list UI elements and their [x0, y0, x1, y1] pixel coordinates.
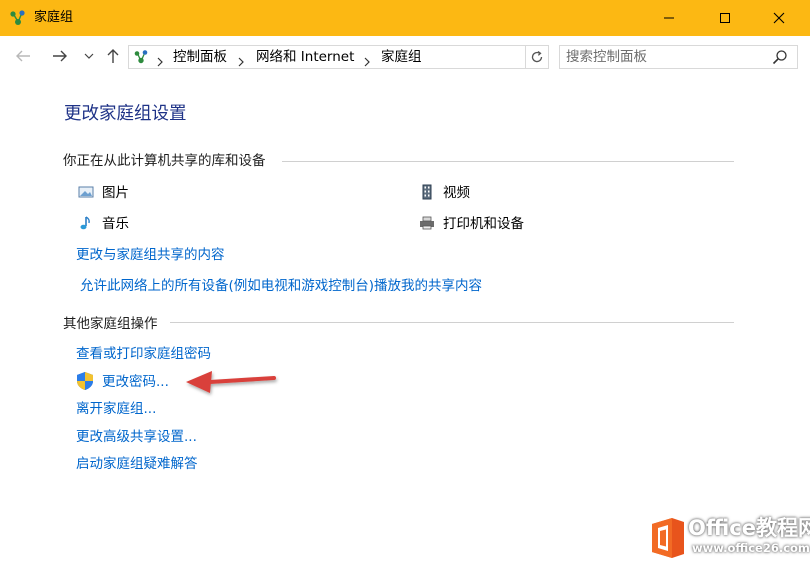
close-button[interactable] [756, 0, 802, 36]
shared-item-printers: 打印机和设备 [443, 216, 524, 232]
minimize-button[interactable] [646, 0, 692, 36]
chevron-down-icon [84, 53, 94, 59]
watermark: Office教程网 www.office26.com [640, 510, 810, 566]
music-icon [77, 215, 95, 231]
pictures-icon [77, 184, 95, 200]
back-button[interactable] [11, 44, 35, 68]
shared-item-videos: 视频 [443, 185, 470, 201]
search-box[interactable] [559, 45, 798, 69]
watermark-url: www.office26.com [692, 541, 810, 555]
view-print-password-link[interactable]: 查看或打印家庭组密码 [76, 345, 211, 363]
forward-button[interactable] [48, 44, 72, 68]
arrow-up-icon [107, 49, 119, 63]
window-title: 家庭组 [34, 10, 74, 25]
main-content: 更改家庭组设置 你正在从此计算机共享的库和设备 图片 视频 音乐 打印机和设备 … [0, 76, 810, 566]
annotation-arrow-icon [186, 371, 276, 393]
maximize-icon [720, 13, 730, 23]
breadcrumb-separator-icon [363, 52, 371, 67]
refresh-button[interactable] [525, 45, 549, 69]
other-section-heading: 其他家庭组操作 [63, 316, 158, 332]
shared-item-pictures: 图片 [102, 185, 129, 201]
close-icon [773, 12, 785, 24]
change-shared-content-link[interactable]: 更改与家庭组共享的内容 [76, 246, 225, 264]
search-icon[interactable] [772, 49, 788, 65]
shared-section-heading: 你正在从此计算机共享的库和设备 [63, 153, 266, 169]
section-divider [282, 161, 734, 162]
breadcrumb-network-internet[interactable]: 网络和 Internet [256, 48, 354, 66]
breadcrumb-homegroup[interactable]: 家庭组 [381, 48, 422, 66]
homegroup-icon [133, 49, 149, 65]
watermark-title: Office教程网 [688, 516, 810, 540]
arrow-left-icon [16, 50, 30, 62]
leave-homegroup-link[interactable]: 离开家庭组... [76, 400, 156, 418]
up-button[interactable] [101, 44, 125, 68]
arrow-right-icon [53, 50, 67, 62]
homegroup-troubleshooter-link[interactable]: 启动家庭组疑难解答 [76, 455, 198, 473]
office-logo-icon [648, 516, 688, 560]
advanced-sharing-settings-link[interactable]: 更改高级共享设置... [76, 428, 197, 446]
address-bar[interactable]: 控制面板 网络和 Internet 家庭组 [128, 45, 646, 69]
recent-locations-button[interactable] [77, 44, 101, 68]
maximize-button[interactable] [702, 0, 748, 36]
breadcrumb-control-panel[interactable]: 控制面板 [173, 48, 227, 66]
search-input[interactable] [566, 47, 766, 67]
refresh-icon [531, 50, 543, 63]
breadcrumb-separator-icon [237, 52, 245, 67]
page-title: 更改家庭组设置 [64, 104, 187, 124]
minimize-icon [664, 17, 674, 19]
homegroup-icon [9, 9, 27, 27]
breadcrumb-separator-icon [156, 52, 164, 67]
section-divider [170, 322, 734, 323]
shared-item-music: 音乐 [102, 216, 129, 232]
title-bar: 家庭组 [0, 0, 810, 36]
allow-media-streaming-link[interactable]: 允许此网络上的所有设备(例如电视和游戏控制台)播放我的共享内容 [80, 277, 482, 295]
videos-icon [418, 184, 436, 200]
uac-shield-icon [75, 371, 95, 391]
change-password-link[interactable]: 更改密码... [102, 373, 169, 391]
printer-icon [418, 215, 436, 231]
